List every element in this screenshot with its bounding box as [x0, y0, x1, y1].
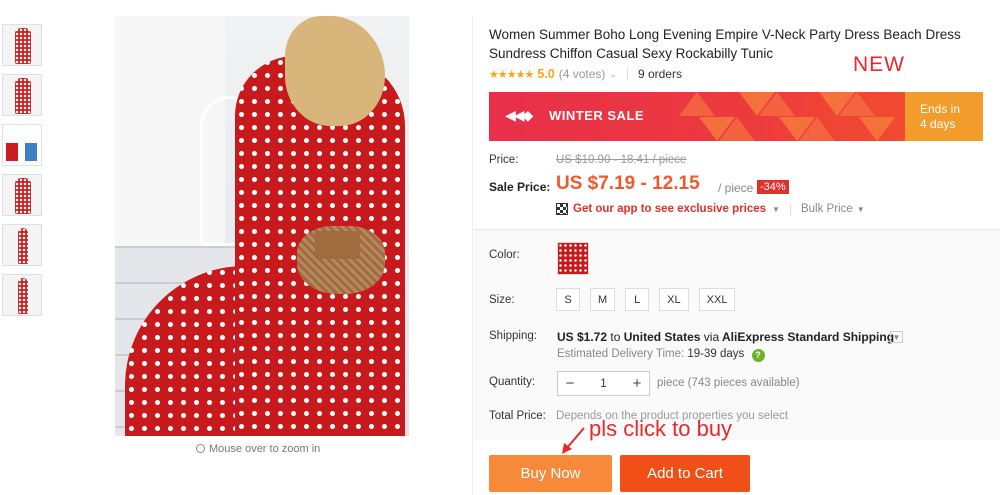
zoom-hint: Mouse over to zoom in — [196, 443, 320, 455]
rating-score: 5.0 — [537, 67, 555, 81]
buy-now-button[interactable]: Buy Now — [489, 455, 612, 492]
banner-decoration — [799, 117, 835, 141]
quantity-decrease-button[interactable]: − — [558, 375, 582, 392]
product-title: Women Summer Boho Long Evening Empire V-… — [489, 27, 961, 61]
quantity-increase-button[interactable]: + — [625, 375, 649, 392]
size-option-s[interactable]: S — [556, 288, 580, 311]
delivery-label: Estimated Delivery Time: — [557, 348, 685, 360]
thumbnail-3[interactable] — [2, 124, 42, 166]
app-promo-row: Get our app to see exclusive prices ▼ Bu… — [556, 203, 875, 215]
sale-countdown: Ends in 4 days — [905, 92, 983, 141]
size-options: S M L XL XXL — [556, 288, 736, 311]
shipping-cost: US $1.72 — [557, 330, 608, 344]
thumbnail-image — [25, 143, 37, 161]
thumbnail-image — [18, 278, 28, 314]
quantity-stepper: − 1 + — [557, 371, 650, 396]
star-rating-icon: ★★★★★ — [489, 68, 534, 81]
delivery-days: 19-39 days — [687, 348, 745, 360]
banner-decoration — [679, 92, 715, 116]
column-divider — [472, 16, 473, 495]
thumbnail-image — [15, 78, 31, 114]
sale-logo-icon: ◀◀◆ — [505, 107, 533, 123]
caret-down-icon[interactable]: ▼ — [772, 205, 780, 214]
quantity-input[interactable]: 1 — [582, 378, 625, 390]
size-option-m[interactable]: M — [590, 288, 616, 311]
thumbnail-list — [2, 24, 46, 324]
banner-decoration — [859, 117, 895, 141]
thumbnail-image — [15, 28, 31, 64]
quantity-label: Quantity: — [489, 376, 536, 388]
help-icon[interactable]: ? — [751, 349, 765, 362]
rating-row: ★★★★★ 5.0 (4 votes) ⌄ 9 orders — [489, 67, 682, 81]
size-label: Size: — [489, 294, 515, 306]
color-label: Color: — [489, 249, 520, 261]
shipping-dropdown-icon[interactable]: ▼ — [890, 331, 903, 343]
thumbnail-1[interactable] — [2, 24, 42, 66]
shipping-label: Shipping: — [489, 330, 537, 342]
magnifier-icon — [196, 444, 205, 453]
sale-title: WINTER SALE — [549, 108, 645, 123]
orders-count: 9 orders — [637, 67, 682, 81]
thumbnail-image — [15, 178, 31, 214]
annotation-arrow-icon — [562, 427, 585, 454]
thumbnail-image — [6, 143, 18, 161]
size-option-xxl[interactable]: XXL — [698, 288, 736, 311]
bulk-price-link[interactable]: Bulk Price — [801, 203, 853, 215]
click-hint-annotation: pls click to buy — [589, 416, 733, 441]
caret-down-icon[interactable]: ▼ — [857, 205, 865, 214]
thumbnail-6[interactable] — [2, 274, 42, 316]
sale-price-label: Sale Price: — [489, 180, 551, 194]
model-hair — [285, 16, 385, 126]
delivery-time: Estimated Delivery Time: 19-39 days ? — [557, 348, 765, 362]
thumbnail-image — [18, 228, 28, 264]
size-option-xl[interactable]: XL — [659, 288, 689, 311]
qr-code-icon — [556, 203, 568, 215]
shipping-country[interactable]: United States — [624, 330, 701, 344]
countdown-label: Ends in — [920, 102, 961, 116]
shipping-to: to — [610, 330, 621, 344]
main-product-image[interactable] — [115, 16, 409, 436]
price-label: Price: — [489, 154, 519, 166]
sale-banner-main: ◀◀◆ WINTER SALE — [489, 92, 905, 141]
winter-sale-banner[interactable]: ◀◀◆ WINTER SALE Ends in 4 days — [489, 92, 983, 141]
banner-decoration — [719, 117, 755, 141]
banner-decoration — [759, 92, 795, 116]
countdown-value: 4 days — [920, 117, 956, 131]
total-price-label: Total Price: — [489, 410, 546, 422]
size-option-l[interactable]: L — [625, 288, 650, 311]
color-swatch-red[interactable] — [557, 242, 589, 275]
shipping-method[interactable]: AliExpress Standard Shipping — [722, 330, 894, 344]
sale-price: US $7.19 - 12.15 — [556, 173, 700, 194]
thumbnail-5[interactable] — [2, 224, 42, 266]
quantity-available: piece (743 pieces available) — [657, 377, 800, 389]
original-price: US $10.90 - 18.41 / piece — [556, 154, 687, 166]
divider — [626, 68, 628, 80]
app-price-link[interactable]: Get our app to see exclusive prices — [573, 203, 766, 215]
votes-link[interactable]: (4 votes) — [559, 67, 606, 81]
divider — [789, 203, 791, 215]
shipping-info: US $1.72 to United States via AliExpress… — [557, 330, 894, 344]
price-unit: / piece — [718, 181, 754, 195]
chevron-down-icon[interactable]: ⌄ — [609, 69, 617, 80]
thumbnail-4[interactable] — [2, 174, 42, 216]
bag-flap — [315, 231, 360, 259]
add-to-cart-button[interactable]: Add to Cart — [620, 455, 750, 492]
new-annotation: NEW — [853, 53, 905, 76]
thumbnail-2[interactable] — [2, 74, 42, 116]
banner-decoration — [839, 92, 875, 116]
discount-badge: -34% — [757, 180, 789, 194]
shipping-via: via — [703, 330, 720, 344]
zoom-hint-text: Mouse over to zoom in — [209, 443, 321, 455]
